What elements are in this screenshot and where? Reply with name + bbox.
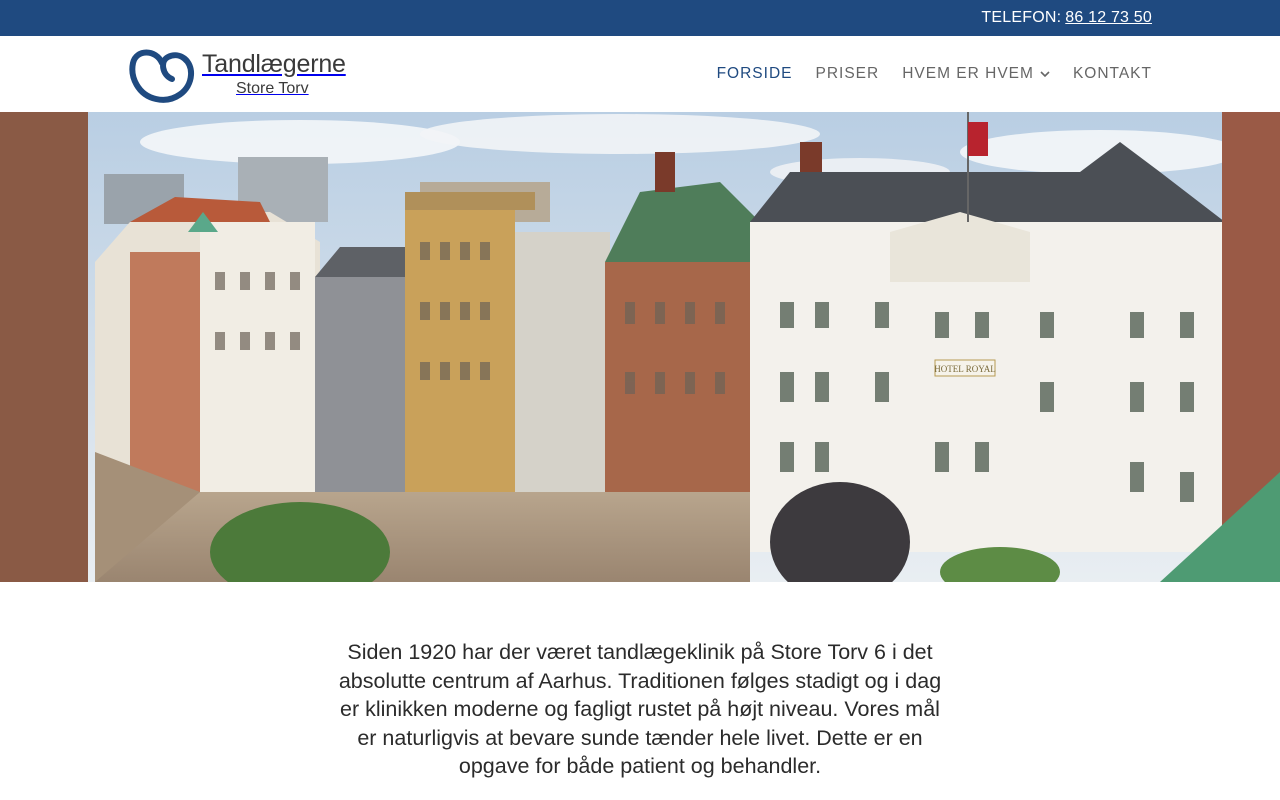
site-header: Tandlægerne Store Torv FORSIDE PRISER HV… (0, 36, 1280, 112)
logo-subtitle: Store Torv (236, 79, 309, 97)
chevron-down-icon (1040, 70, 1050, 77)
logo-text: Tandlægerne Store Torv (202, 49, 346, 97)
phone-number-link[interactable]: 86 12 73 50 (1065, 9, 1152, 27)
city-square-photo: HOTEL ROYAL (0, 112, 1280, 582)
nav-item-forside[interactable]: FORSIDE (717, 65, 793, 83)
nav-item-priser[interactable]: PRISER (816, 65, 880, 83)
main-nav: FORSIDE PRISER HVEM ER HVEM KONTAKT (694, 65, 1152, 83)
site-logo[interactable]: Tandlægerne Store Torv (128, 45, 346, 103)
tooth-heart-icon (129, 49, 195, 103)
nav-item-hvem-er-hvem-label: HVEM ER HVEM (902, 65, 1034, 82)
nav-item-kontakt[interactable]: KONTAKT (1073, 65, 1152, 83)
hotel-sign-text: HOTEL ROYAL (934, 364, 995, 374)
intro-paragraph: Siden 1920 har der været tandlægeklinik … (338, 640, 942, 778)
main-content: Siden 1920 har der været tandlægeklinik … (0, 638, 1280, 781)
top-contact-bar: TELEFON: 86 12 73 50 (0, 0, 1280, 36)
phone-label: TELEFON: (981, 9, 1062, 26)
logo-title: Tandlægerne (202, 49, 346, 78)
hero-image: HOTEL ROYAL (0, 112, 1280, 582)
nav-item-hvem-er-hvem[interactable]: HVEM ER HVEM (902, 65, 1050, 83)
